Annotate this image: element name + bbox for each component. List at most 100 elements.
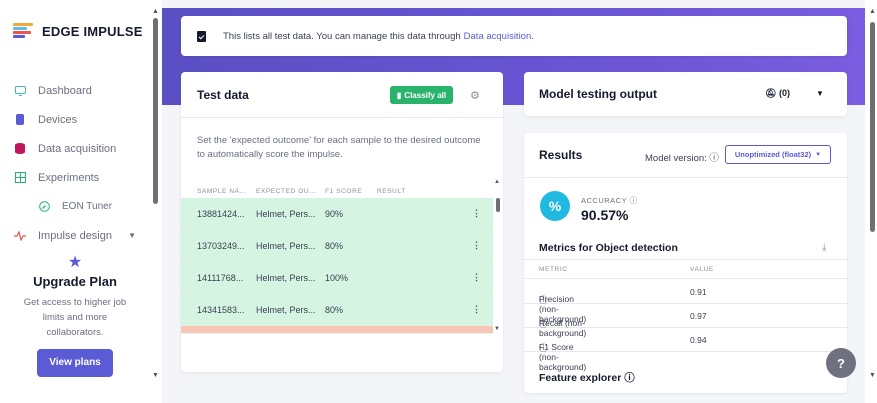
help-circle-icon: ⓘ [629, 196, 638, 205]
column-f1-score[interactable]: F1 SCORE [325, 188, 362, 195]
brand-logo[interactable]: EDGE IMPULSE [13, 23, 143, 39]
sparkle-icon: ★ [67, 254, 83, 271]
table-scrollbar[interactable] [496, 198, 500, 212]
info-suffix: . [531, 30, 534, 42]
sample-name: 13881424... [197, 208, 245, 219]
view-plans-button[interactable]: View plans [37, 349, 113, 377]
sidebar-item-label: Devices [38, 113, 78, 126]
sidebar-item-label: Dashboard [38, 84, 92, 97]
main-content: This lists all test data. You can manage… [162, 0, 865, 403]
clipboard-check-icon [197, 30, 206, 42]
column-sample-name[interactable]: SAMPLE NA... [197, 188, 247, 195]
table-row[interactable]: 13881424... Helmet, Pers... 90% ⋮ [181, 198, 493, 230]
test-data-title: Test data [197, 87, 249, 102]
sidebar-nav: Dashboard Devices Data acquisition Exper… [0, 76, 150, 250]
f1-score: 80% [325, 304, 344, 315]
model-version-select[interactable]: Unoptimized (float32) ▼ [725, 145, 831, 164]
f1-score: 100% [325, 272, 349, 283]
sidebar-scroll-up-icon[interactable]: ▲ [152, 8, 159, 15]
accuracy-block: % ACCURACY ⓘ 90.57% [540, 191, 637, 223]
chevron-down-icon: ▼ [815, 151, 822, 158]
chevron-down-icon[interactable]: ▼ [816, 89, 824, 98]
help-circle-icon: ⓘ [624, 372, 635, 384]
accuracy-label: ACCURACY ⓘ [581, 195, 638, 206]
model-version-label: Model version: ⓘ [645, 150, 719, 164]
more-vertical-icon[interactable]: ⋮ [472, 208, 481, 219]
data-acquisition-link[interactable]: Data acquisition [464, 31, 532, 42]
compass-icon [38, 201, 50, 213]
help-button[interactable]: ? [826, 348, 856, 378]
model-testing-output-card: Model testing output 🔕︎ (0) ▼ [524, 72, 847, 116]
table-scroll-up-icon[interactable]: ▲ [494, 179, 500, 185]
table-row[interactable]: 14341583... Helmet, Pers... 80% ⋮ [181, 294, 493, 326]
results-card: Results Model version: ⓘ Unoptimized (fl… [524, 133, 847, 393]
test-table-body: 13881424... Helmet, Pers... 90% ⋮ 137032… [181, 198, 493, 334]
accuracy-value: 90.57% [581, 207, 629, 223]
column-expected-outcome[interactable]: EXPECTED OU... [256, 188, 316, 195]
accuracy-label-text: ACCURACY [581, 196, 627, 205]
test-data-card: Test data ▮ Classify all ⚙ Set the 'expe… [181, 72, 503, 372]
info-text: This lists all test data. You can manage… [223, 30, 461, 42]
trash-icon: ▮ [396, 90, 402, 100]
feature-explorer-title: Feature explorer ⓘ [539, 370, 635, 385]
metrics-title: Metrics for Object detection [539, 242, 678, 254]
metrics-table-header: METRIC VALUE [524, 259, 847, 279]
upgrade-text: Get access to higher job limits and more… [23, 297, 127, 338]
sidebar-item-data-acquisition[interactable]: Data acquisition [0, 134, 150, 163]
sidebar-item-label: Data acquisition [38, 142, 117, 155]
metric-value: 0.97 [690, 311, 707, 321]
sample-name: 14341583... [197, 304, 245, 315]
table-row[interactable] [181, 326, 493, 334]
gear-icon[interactable]: ⚙ [470, 89, 480, 102]
sample-name: 13703249... [197, 240, 245, 251]
sidebar: EDGE IMPULSE Dashboard Devices Data acqu… [0, 0, 160, 403]
classify-all-label: Classify all [404, 90, 447, 100]
column-value: VALUE [690, 266, 714, 273]
f1-score: 80% [325, 240, 344, 251]
download-icon[interactable]: ⤓ [822, 242, 826, 253]
metric-value: 0.91 [690, 287, 707, 297]
page-scroll-down-icon[interactable]: ▼ [869, 372, 876, 379]
notifications-toggle[interactable]: 🔕︎ (0) [765, 88, 790, 99]
sidebar-item-dashboard[interactable]: Dashboard [0, 76, 150, 105]
more-vertical-icon[interactable]: ⋮ [472, 272, 481, 283]
edge-impulse-logo-icon [13, 23, 33, 39]
sidebar-scroll-down-icon[interactable]: ▼ [152, 372, 159, 379]
sidebar-scrollbar[interactable] [153, 18, 158, 204]
table-scroll-down-icon[interactable]: ▼ [494, 326, 500, 332]
page-scroll-thumb[interactable] [870, 22, 875, 232]
more-vertical-icon[interactable]: ⋮ [472, 240, 481, 251]
page-scroll-up-icon[interactable]: ▲ [869, 8, 876, 15]
sidebar-item-impulse-design[interactable]: Impulse design ▼ [0, 221, 150, 250]
table-row[interactable]: 14111768... Helmet, Pers... 100% ⋮ [181, 262, 493, 294]
metric-value: 0.94 [690, 335, 707, 345]
expected-outcome: Helmet, Pers... [256, 304, 316, 315]
page-scrollbar[interactable]: ▲ ▼ [867, 0, 877, 403]
grid-icon [14, 172, 26, 184]
metrics-row: F1 Score (non-background) ⓘ 0.94 [524, 328, 847, 372]
more-vertical-icon[interactable]: ⋮ [472, 304, 481, 315]
sidebar-item-eon-tuner[interactable]: EON Tuner [0, 192, 150, 221]
test-data-header: Test data ▮ Classify all ⚙ [181, 72, 503, 118]
percent-icon: % [540, 191, 570, 221]
bell-off-icon: 🔕︎ [765, 88, 777, 98]
expected-outcome: Helmet, Pers... [256, 208, 316, 219]
column-result[interactable]: RESULT [377, 188, 406, 195]
expected-outcome: Helmet, Pers... [256, 272, 316, 283]
sidebar-item-devices[interactable]: Devices [0, 105, 150, 134]
upgrade-title: Upgrade Plan [33, 274, 117, 289]
sidebar-item-experiments[interactable]: Experiments [0, 163, 150, 192]
classify-all-button[interactable]: ▮ Classify all [390, 86, 453, 104]
notification-count: (0) [778, 88, 790, 98]
expected-outcome: Helmet, Pers... [256, 240, 316, 251]
chevron-down-icon: ▼ [128, 231, 136, 240]
table-row[interactable]: 13703249... Helmet, Pers... 80% ⋮ [181, 230, 493, 262]
column-metric: METRIC [539, 266, 568, 273]
upgrade-panel: ★ Upgrade Plan Get access to higher job … [0, 252, 150, 377]
test-data-description: Set the 'expected outcome' for each samp… [197, 135, 481, 160]
help-circle-icon: ⓘ [709, 153, 719, 164]
sample-name: 14111768... [197, 272, 244, 283]
pulse-icon [14, 230, 26, 242]
monitor-icon [14, 85, 26, 97]
results-header: Results Model version: ⓘ Unoptimized (fl… [524, 133, 847, 178]
